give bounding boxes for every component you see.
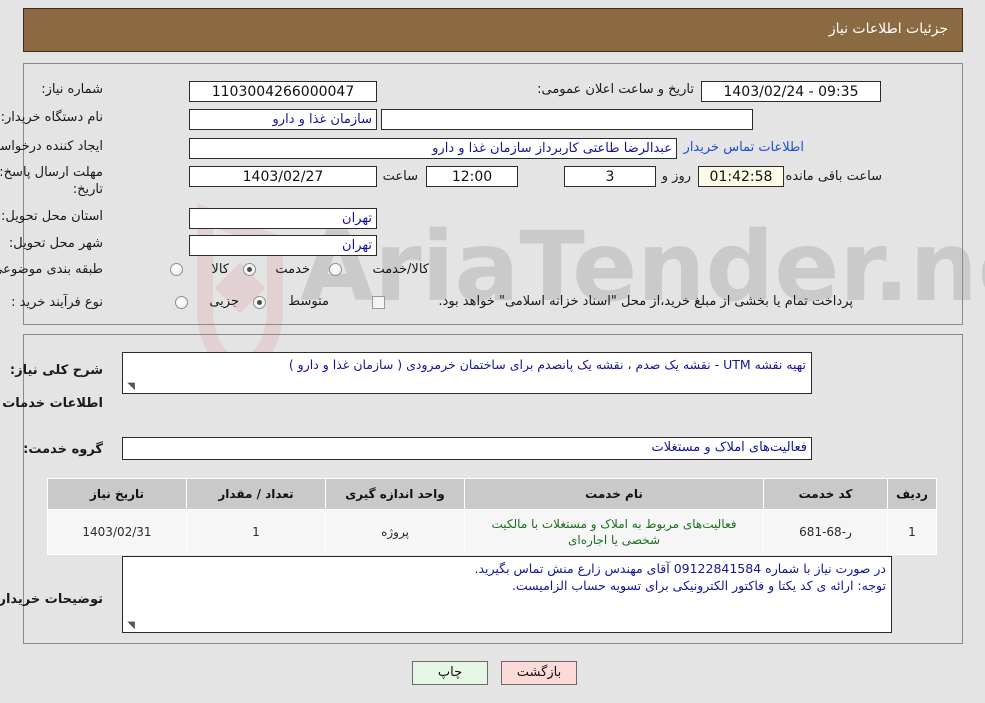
service-group-label: گروه خدمت: <box>23 442 103 457</box>
page-root: AriaTender.net جزئیات اطلاعات نیاز شماره… <box>0 0 985 703</box>
buyer-notes-textarea[interactable]: در صورت نیاز با شماره 09122841584 آقای م… <box>122 556 892 633</box>
col-code: کد خدمت <box>763 478 888 510</box>
need-number-label: شماره نیاز: <box>41 82 103 97</box>
need-summary-label: شرح کلی نیاز: <box>9 363 103 378</box>
table-header-row: ردیف کد خدمت نام خدمت واحد اندازه گیری ت… <box>47 478 937 510</box>
deadline-hour-label: ساعت <box>382 169 418 184</box>
radio-category-kala-khedmat-label: کالا/خدمت <box>372 262 429 277</box>
buyer-notes-line1: در صورت نیاز با شماره 09122841584 آقای م… <box>474 561 887 576</box>
timer-suffix-label: ساعت باقی مانده <box>785 169 882 184</box>
radio-category-kala[interactable] <box>170 263 183 276</box>
col-date: تاریخ نیاز <box>47 478 187 510</box>
col-name: نام خدمت <box>464 478 764 510</box>
back-button[interactable]: بازگشت <box>501 661 577 685</box>
delivery-city-label: شهر محل تحویل: <box>8 236 103 251</box>
col-quantity: تعداد / مقدار <box>186 478 326 510</box>
purchase-process-label: نوع فرآیند خرید : <box>11 295 103 310</box>
announce-datetime-field[interactable]: 09:35 - 1403/02/24 <box>701 81 881 102</box>
subject-category-label: طبقه بندی موضوعی: <box>0 262 103 277</box>
buyer-notes-line2: توجه: ارائه ی کد یکتا و فاکتور الکترونیک… <box>511 578 886 593</box>
col-unit: واحد اندازه گیری <box>325 478 465 510</box>
radio-category-khedmat-label: خدمت <box>275 262 310 277</box>
countdown-timer-field: 01:42:58 <box>698 166 784 187</box>
cell-row: 1 <box>887 509 937 555</box>
deadline-label-line2: تاریخ: <box>72 182 103 197</box>
buyer-contact-link[interactable]: اطلاعات تماس خریدار <box>684 140 804 155</box>
buyer-org-label: نام دستگاه خریدار: <box>0 110 103 125</box>
announce-datetime-label: تاریخ و ساعت اعلان عمومی: <box>537 82 694 97</box>
services-table: ردیف کد خدمت نام خدمت واحد اندازه گیری ت… <box>47 478 937 555</box>
delivery-province-field[interactable]: تهران <box>189 208 377 229</box>
need-summary-textarea[interactable]: تهیه نقشه UTM - نقشه یک صدم ، نقشه یک پا… <box>122 352 812 394</box>
cell-code: ر-68-681 <box>763 509 888 555</box>
deadline-date-field[interactable]: 1403/02/27 <box>189 166 377 187</box>
request-creator-label: ایجاد کننده درخواست: <box>0 139 103 154</box>
cell-date: 1403/02/31 <box>47 509 187 555</box>
cell-quantity: 1 <box>186 509 326 555</box>
radio-process-jozi[interactable] <box>175 296 188 309</box>
radio-process-jozi-label: جزیی <box>209 294 239 309</box>
buyer-org-secondary-field[interactable] <box>381 109 753 130</box>
resize-grip-icon: ◥ <box>127 381 135 392</box>
cell-name: فعالیت‌های مربوط به املاک و مستغلات با م… <box>464 509 764 555</box>
col-row: ردیف <box>887 478 937 510</box>
buyer-notes-label: توضیحات خریدار: <box>0 592 103 607</box>
treasury-bond-label: پرداخت تمام یا بخشی از مبلغ خرید،از محل … <box>438 294 853 309</box>
buyer-org-field[interactable]: سازمان غذا و دارو <box>189 109 377 130</box>
cell-unit: پروژه <box>325 509 465 555</box>
radio-category-kala-khedmat[interactable] <box>329 263 342 276</box>
radio-process-motevaset[interactable] <box>253 296 266 309</box>
need-number-field[interactable]: 1103004266000047 <box>189 81 377 102</box>
summary-info-panel <box>23 63 963 325</box>
resize-grip-icon: ◥ <box>127 620 135 631</box>
delivery-province-label: استان محل تحویل: <box>1 209 103 224</box>
radio-category-kala-label: کالا <box>211 262 229 277</box>
page-title: جزئیات اطلاعات نیاز <box>828 21 948 37</box>
service-group-field[interactable]: فعالیت‌های املاک و مستغلات <box>122 437 812 460</box>
treasury-bond-checkbox[interactable] <box>372 296 385 309</box>
delivery-city-field[interactable]: تهران <box>189 235 377 256</box>
deadline-hour-field[interactable]: 12:00 <box>426 166 518 187</box>
print-button[interactable]: چاپ <box>412 661 488 685</box>
radio-process-motevaset-label: متوسط <box>288 294 329 309</box>
days-label: روز و <box>661 169 691 184</box>
page-header: جزئیات اطلاعات نیاز <box>23 8 963 52</box>
days-remaining-field[interactable]: 3 <box>564 166 656 187</box>
services-section-title: اطلاعات خدمات مورد نیاز <box>0 396 103 411</box>
table-row[interactable]: 1 ر-68-681 فعالیت‌های مربوط به املاک و م… <box>47 509 937 555</box>
radio-category-khedmat[interactable] <box>243 263 256 276</box>
deadline-label-line1: مهلت ارسال پاسخ: تا <box>0 165 103 180</box>
request-creator-field[interactable]: عبدالرضا طاعتی کاربرداز سازمان غذا و دار… <box>189 138 677 159</box>
need-summary-text: تهیه نقشه UTM - نقشه یک صدم ، نقشه یک پا… <box>288 357 806 372</box>
